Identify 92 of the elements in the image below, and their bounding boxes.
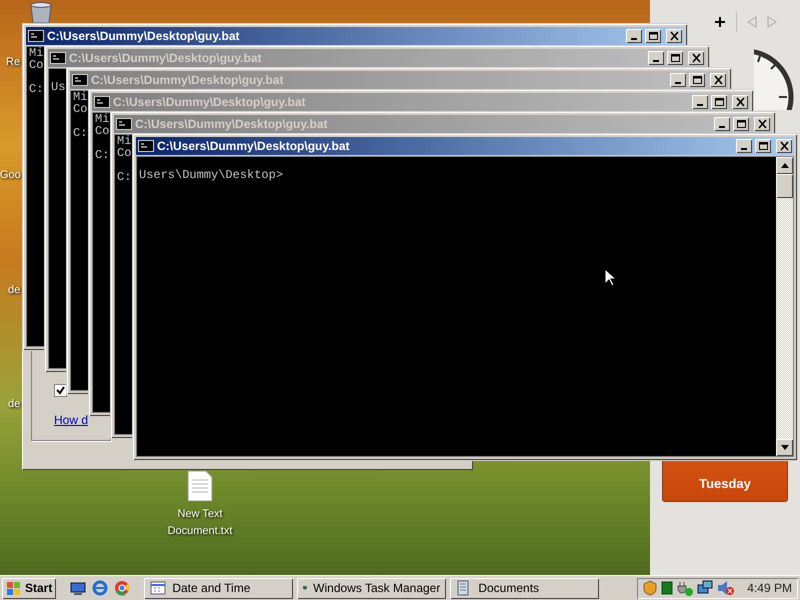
console-text: Users\Dummy\Desktop> — [139, 168, 284, 182]
maximize-icon — [758, 141, 768, 151]
maximize-icon — [670, 53, 680, 63]
maximize-button[interactable] — [689, 73, 705, 87]
close-icon — [712, 75, 724, 85]
network-icon[interactable] — [697, 580, 714, 596]
window-title: C:\Users\Dummy\Desktop\guy.bat — [69, 50, 262, 67]
help-link[interactable]: How d — [54, 411, 88, 429]
console-text: Mi — [117, 134, 132, 148]
taskbar-button[interactable]: Date and Time — [144, 578, 294, 598]
scroll-up-button[interactable] — [776, 157, 793, 174]
close-button[interactable] — [710, 73, 726, 87]
file-label[interactable]: New Text Document.txt — [160, 506, 240, 539]
maximize-icon — [736, 119, 746, 129]
window-title: C:\Users\Dummy\Desktop\guy.bat — [113, 94, 306, 111]
power-plug-icon[interactable] — [677, 580, 694, 596]
chip-icon[interactable] — [661, 581, 674, 595]
start-button[interactable]: Start — [2, 578, 56, 598]
minimize-button[interactable] — [692, 95, 708, 109]
speaker-muted-icon[interactable] — [717, 580, 736, 596]
maximize-button[interactable] — [645, 29, 661, 43]
console-text: Co — [95, 124, 110, 138]
console-icon — [28, 30, 44, 42]
minimize-button[interactable] — [648, 51, 664, 65]
close-icon — [690, 53, 702, 63]
scroll-thumb[interactable] — [776, 174, 793, 198]
console-icon — [116, 118, 132, 130]
console-text: C: — [73, 126, 88, 140]
taskbar-button[interactable]: Windows Task Manager — [297, 578, 446, 598]
window-title: C:\Users\Dummy\Desktop\guy.bat — [135, 116, 328, 133]
up-arrow-icon — [780, 163, 788, 168]
console-text: Mi — [73, 90, 88, 104]
checkbox[interactable] — [54, 384, 67, 397]
taskbar-button[interactable]: Documents — [450, 578, 600, 598]
shield-icon[interactable] — [643, 580, 658, 596]
maximize-button[interactable] — [667, 51, 683, 65]
console-icon — [94, 96, 110, 108]
minimize-button[interactable] — [670, 73, 686, 87]
add-icon[interactable] — [714, 16, 726, 28]
scroll-down-button[interactable] — [776, 439, 793, 456]
close-icon — [734, 97, 746, 107]
window-title: C:\Users\Dummy\Desktop\guy.bat — [91, 72, 284, 89]
checkmark-icon — [56, 386, 65, 395]
close-button[interactable] — [754, 117, 770, 131]
globe-icon[interactable] — [92, 580, 108, 596]
close-button[interactable] — [776, 139, 792, 153]
mouse-pointer-icon — [604, 268, 616, 287]
maximize-button[interactable] — [755, 139, 771, 153]
console-text: Co — [117, 146, 132, 160]
text-file-icon[interactable] — [187, 470, 213, 502]
close-button[interactable] — [666, 29, 682, 43]
minimize-button[interactable] — [714, 117, 730, 131]
console-text: Mi — [95, 112, 110, 126]
console-text: C: — [95, 148, 110, 162]
close-button[interactable] — [732, 95, 748, 109]
down-arrow-icon — [780, 445, 788, 450]
minimize-icon — [719, 126, 725, 128]
minimize-icon — [697, 104, 703, 106]
scrollbar[interactable] — [776, 157, 793, 456]
minimize-icon — [741, 148, 747, 150]
close-button[interactable] — [688, 51, 704, 65]
console-icon — [138, 140, 154, 152]
close-icon — [756, 119, 768, 129]
recycle-bin-icon[interactable] — [28, 2, 54, 24]
browser-icon[interactable] — [114, 580, 130, 596]
close-icon — [668, 31, 680, 41]
minimize-button[interactable] — [626, 29, 642, 43]
console-text: C: — [29, 82, 44, 96]
calendar-day: Tuesday — [699, 474, 751, 501]
maximize-button[interactable] — [711, 95, 727, 109]
maximize-icon — [648, 31, 658, 41]
windows-logo-icon — [6, 581, 22, 595]
minimize-icon — [631, 38, 637, 40]
window-title: C:\Users\Dummy\Desktop\guy.bat — [47, 28, 240, 45]
console-text: C: — [117, 170, 132, 184]
console-icon — [50, 52, 66, 64]
maximize-button[interactable] — [733, 117, 749, 131]
console-icon — [72, 74, 88, 86]
minimize-icon — [675, 82, 681, 84]
window-title: C:\Users\Dummy\Desktop\guy.bat — [157, 138, 350, 155]
minimize-button[interactable] — [736, 139, 752, 153]
maximize-icon — [692, 75, 702, 85]
console-text: Us — [51, 80, 66, 94]
console-text: Mi — [29, 46, 44, 60]
calendar-icon — [150, 580, 166, 596]
console-text: Co — [29, 58, 44, 72]
close-icon — [778, 141, 790, 151]
minimize-icon — [653, 60, 659, 62]
clock-time: 4:49 PM — [747, 580, 792, 597]
console-text: Co — [73, 102, 88, 116]
show-desktop-icon[interactable] — [70, 581, 86, 595]
maximize-icon — [714, 97, 724, 107]
